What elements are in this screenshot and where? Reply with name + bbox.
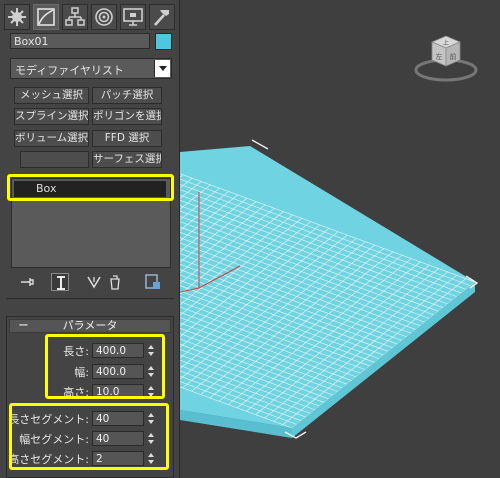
show-end-result-icon[interactable] [51,273,69,291]
length-segs-label: 長さセグメント: [8,413,89,426]
modify-icon [37,8,55,26]
height-input[interactable]: 10.0 [92,384,144,399]
object-name-field[interactable]: Box01 [10,33,150,49]
length-segs-input[interactable]: 40 [92,411,144,426]
spline-select-button[interactable]: スプライン選択 [14,108,89,125]
width-spinner[interactable] [147,364,156,379]
length-spinner[interactable] [147,343,156,358]
object-color-swatch[interactable] [155,33,172,50]
make-unique-icon[interactable] [85,273,103,291]
viewcube-left-label: 左 [436,52,443,61]
volume-select-button[interactable]: ボリューム選択 [14,130,89,147]
poly-select-button[interactable]: ポリゴンを選択 [92,108,162,125]
height-segs-spinner[interactable] [147,451,156,466]
patch-select-button[interactable]: パッチ選択 [92,87,162,104]
tab-hierarchy[interactable] [62,4,88,30]
modifier-stack: Box [11,178,171,268]
display-icon [123,8,143,26]
viewport-canvas: 上 左 前 [180,35,479,439]
height-spinner[interactable] [147,384,156,399]
tab-modify[interactable] [33,4,59,30]
mesh-select-button[interactable]: メッシュ選択 [14,87,89,104]
command-panel: Box01 モディファイヤリスト メッシュ選択 パッチ選択 スプライン選択 ポリ… [0,0,180,478]
panel-divider [6,298,174,299]
length-segs-spinner[interactable] [147,411,156,426]
length-input[interactable]: 400.0 [92,343,144,358]
tab-utilities[interactable] [149,4,175,30]
height-segs-input[interactable]: 2 [92,451,144,466]
modifier-list-label: モディファイヤリスト [15,64,124,77]
width-segs-spinner[interactable] [147,431,156,446]
length-label: 長さ: [63,345,89,358]
empty-select-button[interactable] [20,151,89,168]
rollout-title: パラメータ [62,319,118,332]
perspective-viewport[interactable]: 上 左 前 [180,0,500,478]
width-segs-label: 幅セグメント: [19,433,89,446]
width-segs-input[interactable]: 40 [92,431,144,446]
viewcube-top-label: 上 [443,39,449,47]
command-panel-tabs [4,4,176,30]
width-input[interactable]: 400.0 [92,364,144,379]
tab-display[interactable] [120,4,146,30]
motion-icon [95,8,113,26]
stack-item-box[interactable]: Box [14,181,166,197]
tab-create[interactable] [4,4,30,30]
stack-toolbar [10,272,172,292]
remove-modifier-icon[interactable] [106,273,124,291]
viewcube-front-label: 前 [450,52,457,61]
pin-stack-icon[interactable] [18,273,36,291]
hierarchy-icon [65,7,85,26]
utilities-icon [154,10,169,26]
rollout-header[interactable]: − パラメータ [9,318,171,333]
configure-modifier-sets-icon[interactable] [144,273,162,291]
modifier-list-dropdown[interactable]: モディファイヤリスト [10,58,172,79]
dropdown-arrow-icon[interactable] [154,60,170,77]
create-icon [8,8,26,26]
height-label: 高さ: [63,386,89,399]
surface-select-button[interactable]: サーフェス選択 [92,151,162,168]
ffd-select-button[interactable]: FFD 選択 [92,130,162,147]
height-segs-label: 高さセグメント: [8,453,89,466]
viewcube: 上 左 前 [414,35,478,82]
tab-motion[interactable] [91,4,117,30]
width-label: 幅: [74,366,89,379]
